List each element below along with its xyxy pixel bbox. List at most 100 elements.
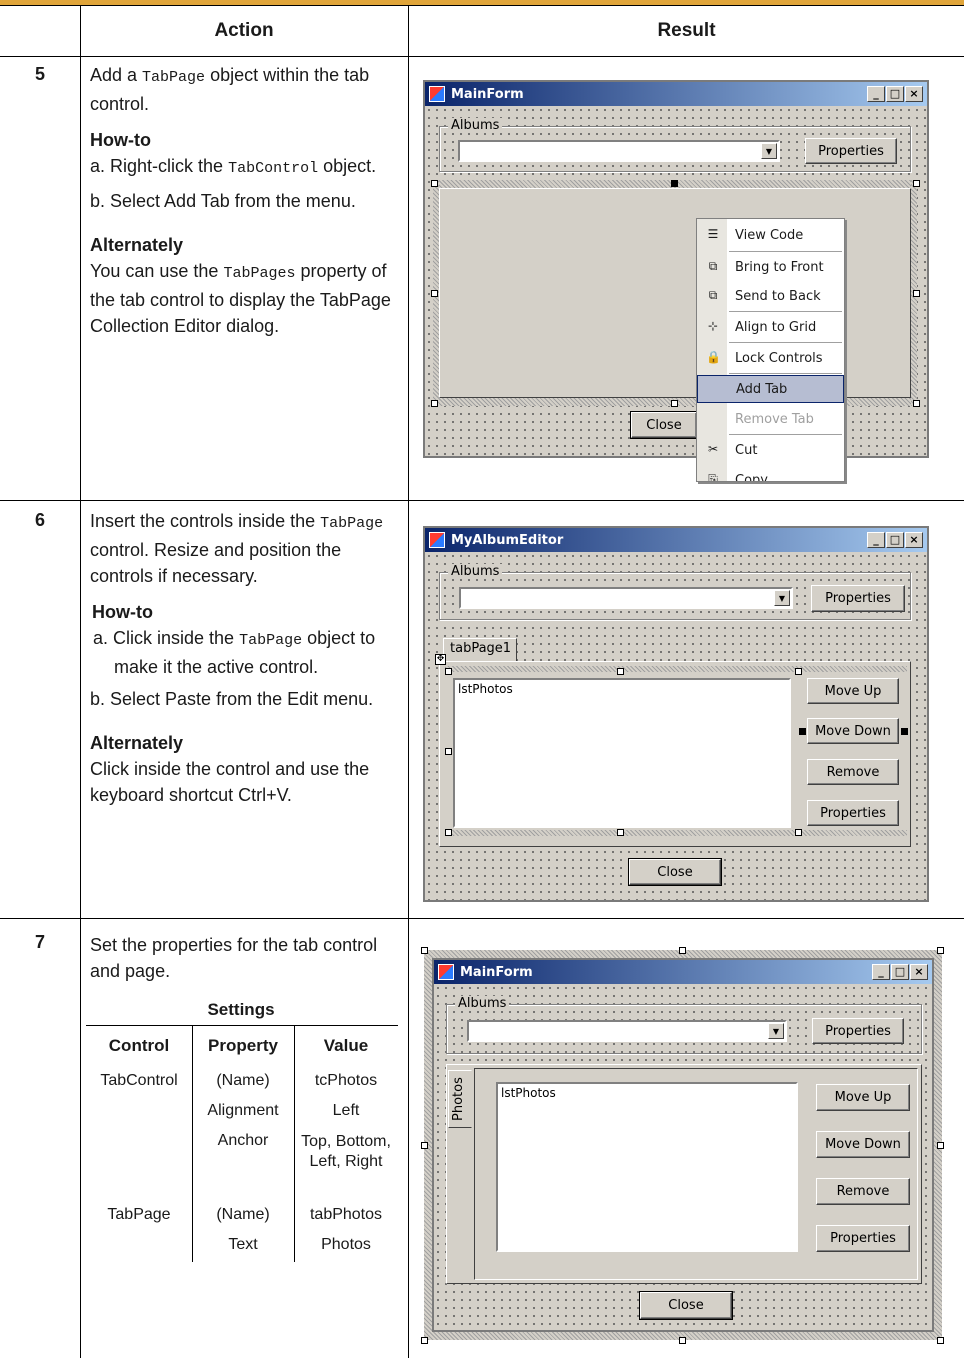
lock-icon: 🔒 bbox=[706, 350, 721, 364]
menu-item-bring-to-front[interactable]: ⧉ Bring to Front bbox=[697, 252, 844, 282]
resize-handle[interactable] bbox=[671, 180, 678, 187]
settings-cell: tabPhotos bbox=[309, 1206, 383, 1223]
close-button[interactable]: Close bbox=[630, 411, 698, 439]
resize-handle[interactable] bbox=[431, 290, 438, 297]
move-handle-icon[interactable]: ✥ bbox=[435, 654, 446, 665]
resize-handle[interactable] bbox=[617, 829, 624, 836]
menu-item-align-to-grid[interactable]: ⊹ Align to Grid bbox=[697, 312, 844, 342]
instruction-b: b. Select Paste from the Edit menu. bbox=[90, 689, 374, 709]
albums-combobox[interactable]: ▼ bbox=[458, 140, 780, 162]
code: TabPages bbox=[223, 265, 296, 282]
settings-cell: Text bbox=[228, 1236, 258, 1253]
text: control. Resize and position the control… bbox=[90, 540, 342, 586]
resize-handle[interactable] bbox=[913, 290, 920, 297]
close-icon[interactable]: × bbox=[905, 86, 923, 102]
maximize-icon[interactable]: □ bbox=[891, 964, 909, 980]
chevron-down-icon[interactable]: ▼ bbox=[761, 143, 777, 159]
resize-handle[interactable] bbox=[617, 668, 624, 675]
settings-cell: TabControl bbox=[100, 1072, 178, 1089]
resize-handle[interactable] bbox=[937, 1142, 944, 1149]
settings-cell: (Name) bbox=[216, 1072, 270, 1089]
column-divider bbox=[408, 6, 409, 1358]
text: a. Click inside the bbox=[93, 628, 240, 648]
maximize-icon[interactable]: □ bbox=[886, 532, 904, 548]
resize-handle[interactable] bbox=[795, 829, 802, 836]
menu-separator bbox=[729, 373, 842, 374]
minimize-icon[interactable]: _ bbox=[867, 86, 885, 102]
properties-button[interactable]: Properties bbox=[805, 138, 897, 164]
menu-label: View Code bbox=[735, 227, 804, 243]
resize-handle[interactable] bbox=[431, 400, 438, 407]
resize-handle[interactable] bbox=[795, 668, 802, 675]
step-number: 6 bbox=[34, 510, 45, 530]
remove-button[interactable]: Remove bbox=[816, 1178, 910, 1205]
chevron-down-icon[interactable]: ▼ bbox=[774, 590, 790, 606]
column-divider bbox=[80, 6, 81, 1358]
properties-button[interactable]: Properties bbox=[811, 585, 905, 612]
menu-item-remove-tab[interactable]: Remove Tab bbox=[697, 404, 844, 434]
tab-label: Photos bbox=[451, 1077, 466, 1121]
scissors-icon: ✂ bbox=[707, 442, 719, 456]
resize-handle[interactable] bbox=[431, 180, 438, 187]
resize-handle[interactable] bbox=[937, 947, 944, 954]
maximize-icon[interactable]: □ bbox=[886, 86, 904, 102]
resize-handle[interactable] bbox=[445, 829, 452, 836]
menu-item-add-tab[interactable]: Add Tab bbox=[697, 375, 844, 403]
col-header-value: Value bbox=[323, 1036, 369, 1055]
properties2-button[interactable]: Properties bbox=[807, 800, 899, 826]
minimize-icon[interactable]: _ bbox=[867, 532, 885, 548]
move-down-button[interactable]: Move Down bbox=[807, 718, 899, 744]
chevron-down-icon[interactable]: ▼ bbox=[768, 1023, 784, 1039]
step-5-action: Add a TabPage object within the tab cont… bbox=[90, 62, 400, 339]
menu-item-lock-controls[interactable]: 🔒 Lock Controls bbox=[697, 343, 844, 373]
albums-combobox[interactable]: ▼ bbox=[467, 1020, 787, 1042]
resize-handle[interactable] bbox=[421, 947, 428, 954]
tab-photos[interactable]: Photos bbox=[448, 1070, 472, 1128]
menu-item-copy[interactable]: ⎘ Copy bbox=[697, 465, 844, 481]
group-label: Albums bbox=[448, 564, 503, 579]
resize-handle[interactable] bbox=[445, 748, 452, 755]
lstphotos-listbox[interactable]: lstPhotos bbox=[496, 1082, 798, 1252]
minimize-icon[interactable]: _ bbox=[872, 964, 890, 980]
resize-handle[interactable] bbox=[421, 1337, 428, 1344]
close-icon[interactable]: × bbox=[910, 964, 928, 980]
close-icon[interactable]: × bbox=[905, 532, 923, 548]
tab-tabpage1[interactable]: tabPage1 bbox=[443, 638, 517, 662]
resize-handle[interactable] bbox=[913, 180, 920, 187]
mainform-window: MainForm _ □ × Albums ▼ Properties Close bbox=[423, 80, 929, 458]
settings-cell: Top, Bottom, Left, Right bbox=[301, 1133, 391, 1170]
resize-handle[interactable] bbox=[421, 1142, 428, 1149]
selection-border bbox=[445, 666, 907, 672]
move-up-button[interactable]: Move Up bbox=[807, 678, 899, 704]
alternately-heading: Alternately bbox=[90, 235, 184, 255]
menu-item-cut[interactable]: ✂ Cut bbox=[697, 435, 844, 465]
resize-handle[interactable] bbox=[679, 1337, 686, 1344]
alternately-text: You can use the TabPages property of the… bbox=[90, 258, 400, 339]
menu-label: Lock Controls bbox=[735, 350, 823, 366]
remove-button[interactable]: Remove bbox=[807, 759, 899, 785]
resize-handle[interactable] bbox=[937, 1337, 944, 1344]
row-divider bbox=[0, 918, 964, 919]
properties2-button[interactable]: Properties bbox=[816, 1225, 910, 1252]
resize-handle[interactable] bbox=[799, 728, 806, 735]
close-button[interactable]: Close bbox=[628, 858, 722, 886]
title-bar: MainForm _ □ × bbox=[425, 82, 927, 106]
menu-item-send-to-back[interactable]: ⧉ Send to Back bbox=[697, 281, 844, 311]
close-button[interactable]: Close bbox=[639, 1291, 733, 1320]
menu-item-view-code[interactable]: ☰ View Code bbox=[697, 220, 844, 250]
menu-label: Add Tab bbox=[736, 381, 788, 397]
resize-handle[interactable] bbox=[445, 668, 452, 675]
resize-handle[interactable] bbox=[901, 728, 908, 735]
albums-combobox[interactable]: ▼ bbox=[459, 587, 793, 609]
move-down-button[interactable]: Move Down bbox=[816, 1131, 910, 1158]
resize-handle[interactable] bbox=[679, 947, 686, 954]
properties-button[interactable]: Properties bbox=[812, 1018, 904, 1044]
resize-handle[interactable] bbox=[913, 400, 920, 407]
step-7-action: Set the properties for the tab control a… bbox=[90, 935, 378, 981]
lstphotos-listbox[interactable]: lstPhotos bbox=[453, 678, 791, 828]
window-title: MainForm bbox=[460, 964, 533, 980]
move-up-button[interactable]: Move Up bbox=[816, 1084, 910, 1111]
resize-handle[interactable] bbox=[671, 400, 678, 407]
row-divider bbox=[0, 500, 964, 501]
settings-cell: Alignment bbox=[207, 1102, 279, 1119]
